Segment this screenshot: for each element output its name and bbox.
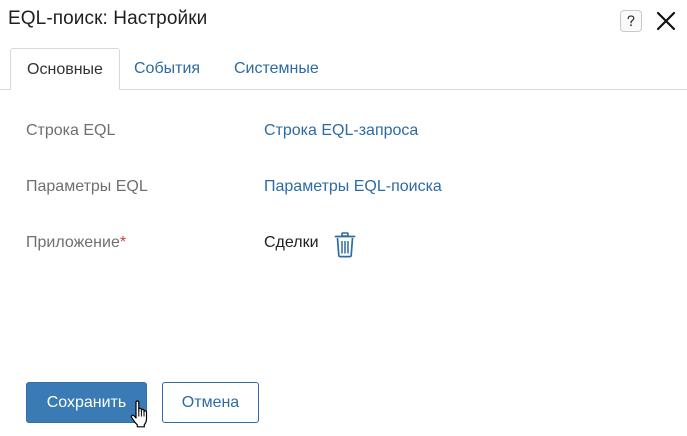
trash-icon xyxy=(334,232,356,258)
cancel-button[interactable]: Отмена xyxy=(162,382,259,423)
required-mark: * xyxy=(119,234,127,251)
eql-string-label: Строка EQL xyxy=(26,122,116,139)
close-icon xyxy=(656,11,676,31)
save-button[interactable]: Сохранить xyxy=(26,382,147,423)
tab-system[interactable]: Системные xyxy=(234,48,319,90)
tab-main[interactable]: Основные xyxy=(10,48,120,90)
help-button[interactable] xyxy=(620,10,642,32)
close-button[interactable] xyxy=(655,10,677,32)
question-mark-icon xyxy=(627,15,635,27)
dialog-title: EQL-поиск: Настройки xyxy=(8,8,208,29)
application-label: Приложение* xyxy=(26,234,126,252)
tab-events[interactable]: События xyxy=(134,48,200,90)
settings-dialog: EQL-поиск: Настройки Основные События Си… xyxy=(0,0,687,436)
eql-params-label: Параметры EQL xyxy=(26,178,148,195)
eql-string-link[interactable]: Строка EQL-запроса xyxy=(264,122,418,140)
application-label-text: Приложение xyxy=(26,234,120,251)
delete-application-button[interactable] xyxy=(334,232,356,258)
application-value: Сделки xyxy=(264,234,319,251)
eql-params-link[interactable]: Параметры EQL-поиска xyxy=(264,178,442,196)
